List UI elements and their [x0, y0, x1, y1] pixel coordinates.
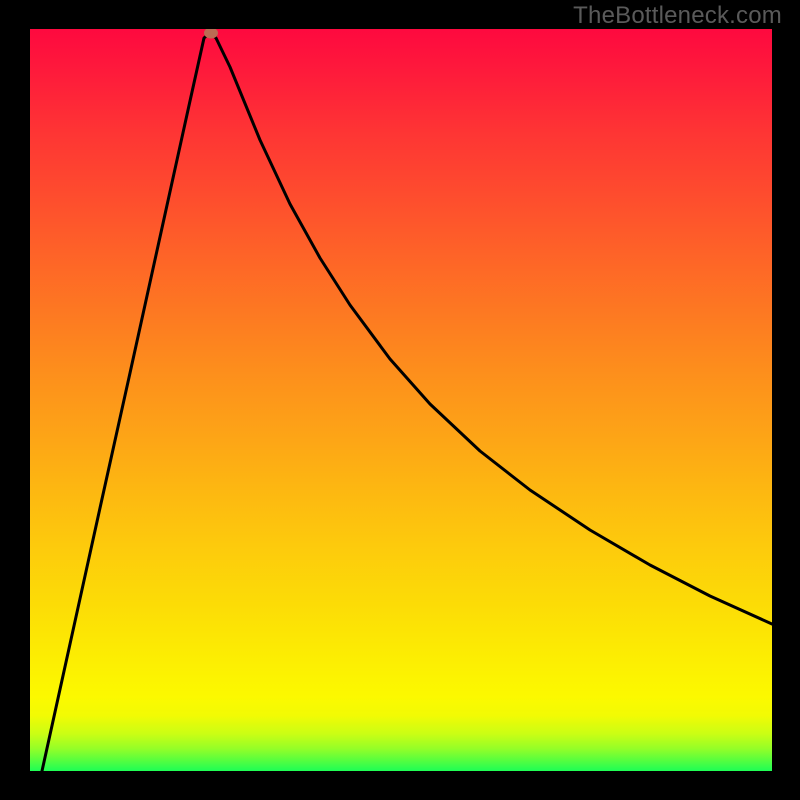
plot-area [30, 29, 772, 771]
bottleneck-curve [30, 29, 772, 771]
watermark-text: TheBottleneck.com [573, 2, 782, 30]
chart-frame: TheBottleneck.com [0, 0, 800, 800]
curve-path [42, 33, 772, 771]
